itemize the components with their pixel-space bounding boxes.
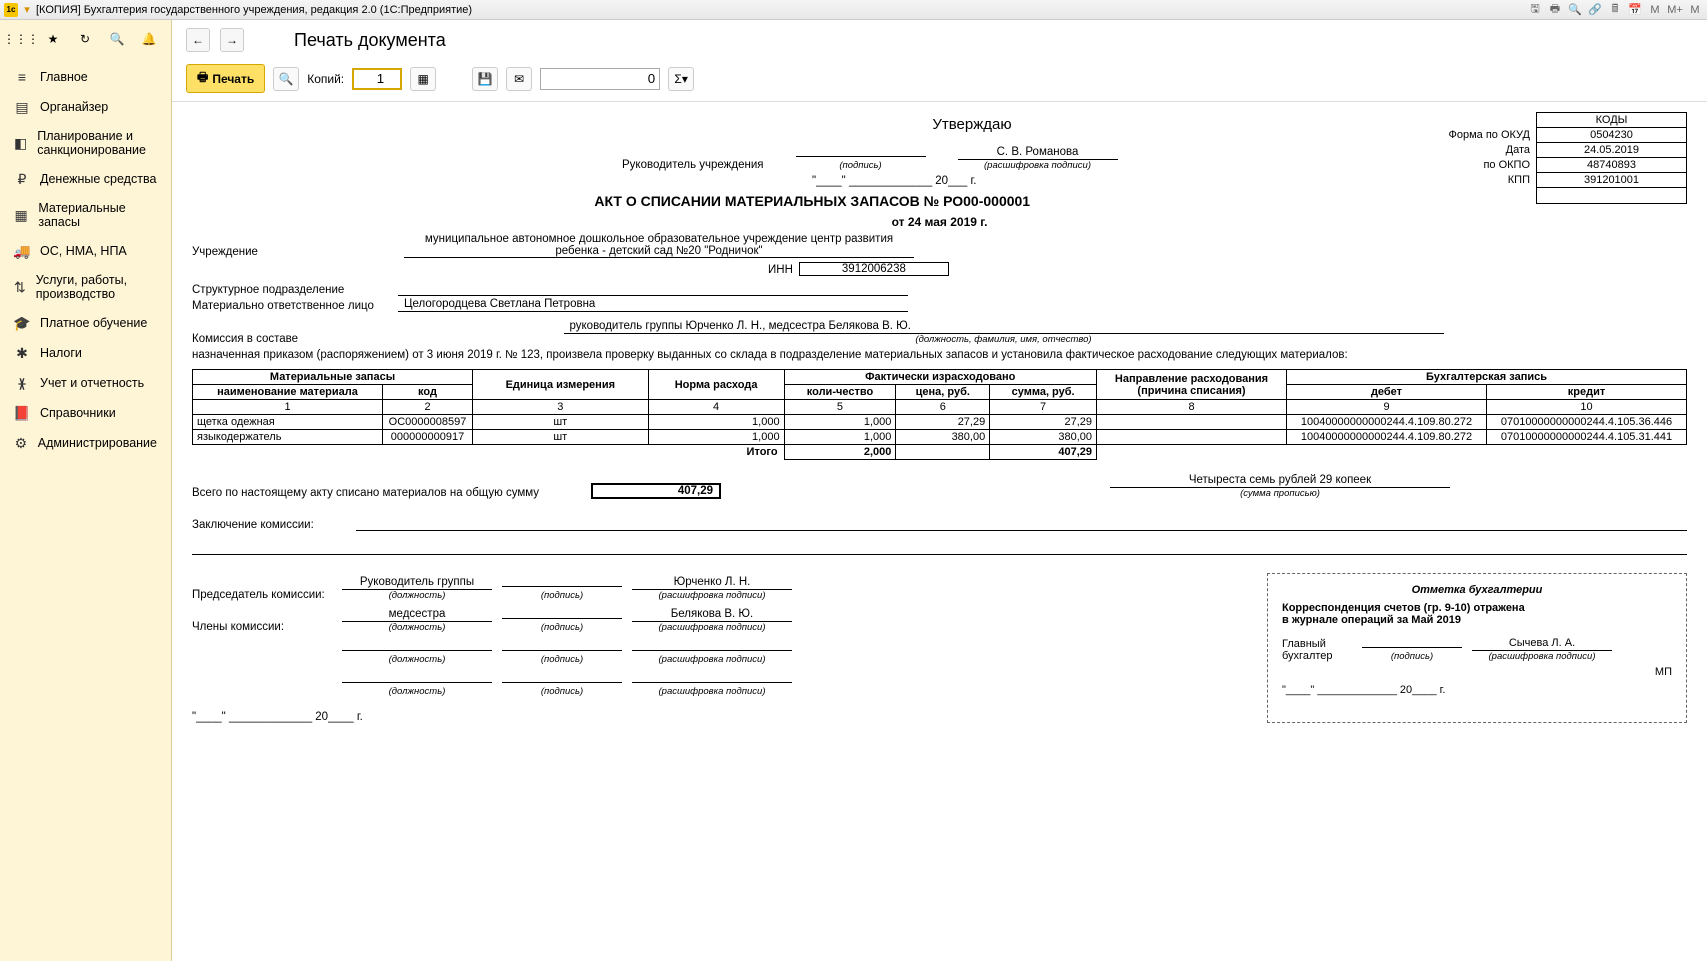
table-row: языкодержатель000000000917шт1,0001,00038… xyxy=(193,430,1687,445)
sidebar-item-label: Справочники xyxy=(40,406,116,420)
sidebar-item-8[interactable]: ✱ Налоги xyxy=(0,338,171,368)
sidebar-icon: ⚙ xyxy=(14,435,28,451)
table-button[interactable]: ▦ xyxy=(410,67,436,91)
sidebar-icon: ✱ xyxy=(14,345,30,361)
sidebar-item-1[interactable]: ▤ Органайзер xyxy=(0,92,171,122)
m-icon-2[interactable]: M xyxy=(1687,2,1703,18)
app-icon-1c: 1c xyxy=(4,3,18,17)
head-label: Руководитель учреждения xyxy=(622,159,764,171)
sidebar-item-6[interactable]: ⇅ Услуги, работы, производство xyxy=(0,266,171,308)
link-icon[interactable]: 🔗 xyxy=(1587,2,1603,18)
org-name: муниципальное автономное дошкольное обра… xyxy=(404,233,914,258)
apps-icon[interactable]: ⋮⋮⋮ xyxy=(12,30,30,48)
sum-button[interactable]: Σ ▾ xyxy=(668,67,694,91)
mol-name: Целогородцева Светлана Петровна xyxy=(398,298,908,312)
sidebar-item-label: Планирование и санкционирование xyxy=(37,129,157,157)
sidebar-item-9[interactable]: ᚕ Учет и отчетность xyxy=(0,368,171,398)
codes-table: КОДЫ Форма по ОКУД0504230 Дата24.05.2019… xyxy=(1443,112,1688,204)
window-titlebar: 1c ▾ [КОПИЯ] Бухгалтерия государственног… xyxy=(0,0,1707,20)
m-plus-icon[interactable]: M+ xyxy=(1667,2,1683,18)
copies-input[interactable] xyxy=(352,68,402,90)
star-icon[interactable]: ★ xyxy=(44,30,62,48)
window-title: [КОПИЯ] Бухгалтерия государственного учр… xyxy=(36,4,472,16)
sidebar-item-label: Услуги, работы, производство xyxy=(36,273,157,301)
sidebar-item-label: Главное xyxy=(40,70,88,84)
bell-icon[interactable]: 🔔 xyxy=(140,30,158,48)
document-body: КОДЫ Форма по ОКУД0504230 Дата24.05.2019… xyxy=(172,102,1707,961)
order-text: назначенная приказом (распоряжением) от … xyxy=(192,349,1687,361)
sidebar-item-label: Учет и отчетность xyxy=(40,376,144,390)
tool-icon[interactable]: 🖫 xyxy=(1527,2,1543,18)
sidebar-item-label: Материальные запасы xyxy=(38,201,157,229)
sidebar-icon: ᚕ xyxy=(14,375,30,391)
calc-icon[interactable]: 🖩 xyxy=(1607,2,1623,18)
search-icon[interactable]: 🔍 xyxy=(108,30,126,48)
sidebar-item-label: Органайзер xyxy=(40,100,108,114)
sidebar-item-4[interactable]: ▦ Материальные запасы xyxy=(0,194,171,236)
save-button[interactable]: 💾 xyxy=(472,67,498,91)
copies-label: Копий: xyxy=(307,72,344,86)
mail-button[interactable]: ✉ xyxy=(506,67,532,91)
accounting-note: Отметка бухгалтерии Корреспонденция счет… xyxy=(1267,573,1687,723)
sidebar: ⋮⋮⋮ ★ ↻ 🔍 🔔 ≡ Главное ▤ Органайзер ◧ Планиров… xyxy=(0,20,172,961)
sidebar-item-label: Денежные средства xyxy=(40,172,156,186)
head-name: С. В. Романова xyxy=(958,146,1118,160)
print-icon[interactable]: 🖶 xyxy=(1547,2,1563,18)
m-icon[interactable]: M xyxy=(1647,2,1663,18)
table-row: щетка одежнаяОС0000008597шт1,0001,00027,… xyxy=(193,415,1687,430)
approve-label: Утверждаю xyxy=(872,116,1072,133)
sidebar-item-10[interactable]: 📕 Справочники xyxy=(0,398,171,428)
sidebar-item-3[interactable]: ₽ Денежные средства xyxy=(0,164,171,194)
sidebar-item-label: Налоги xyxy=(40,346,82,360)
dropdown-icon[interactable]: ▾ xyxy=(20,3,34,17)
number-input[interactable] xyxy=(540,68,660,90)
history-icon[interactable]: ↻ xyxy=(76,30,94,48)
sidebar-icon: 🚚 xyxy=(14,243,30,259)
sidebar-icon: 📕 xyxy=(14,405,30,421)
search-tool-icon[interactable]: 🔍 xyxy=(1567,2,1583,18)
sidebar-item-label: ОС, НМА, НПА xyxy=(40,244,127,258)
sidebar-icon: ⇅ xyxy=(14,279,26,295)
total-sum: 407,29 xyxy=(591,483,721,499)
sidebar-icon: ▤ xyxy=(14,99,30,115)
inn: 3912006238 xyxy=(799,262,949,276)
sidebar-item-7[interactable]: 🎓 Платное обучение xyxy=(0,308,171,338)
preview-button[interactable]: 🔍 xyxy=(273,67,299,91)
back-button[interactable]: ← xyxy=(186,28,210,52)
sidebar-item-label: Администрирование xyxy=(38,436,157,450)
page-title: Печать документа xyxy=(294,30,446,51)
sidebar-icon: 🎓 xyxy=(14,315,30,331)
materials-table: Материальные запасы Едини­ца изме­рения … xyxy=(192,369,1687,460)
sidebar-item-label: Платное обучение xyxy=(40,316,147,330)
sidebar-item-2[interactable]: ◧ Планирование и санкционирование xyxy=(0,122,171,164)
forward-button[interactable]: → xyxy=(220,28,244,52)
calendar-icon[interactable]: 📅 xyxy=(1627,2,1643,18)
act-date: от 24 мая 2019 г. xyxy=(192,215,1687,229)
sidebar-item-5[interactable]: 🚚 ОС, НМА, НПА xyxy=(0,236,171,266)
total-words: Четыреста семь рублей 29 копеек xyxy=(1110,474,1450,488)
sidebar-icon: ₽ xyxy=(14,171,30,187)
print-button[interactable]: 🖶Печать xyxy=(186,64,265,93)
sidebar-item-11[interactable]: ⚙ Администрирование xyxy=(0,428,171,458)
sidebar-icon: ▦ xyxy=(14,207,28,223)
sidebar-icon: ◧ xyxy=(14,135,27,151)
printer-icon: 🖶 xyxy=(197,68,208,89)
sidebar-item-0[interactable]: ≡ Главное xyxy=(0,62,171,92)
sidebar-icon: ≡ xyxy=(14,69,30,85)
commission-members: руководитель группы Юрченко Л. Н., медсе… xyxy=(564,320,1444,334)
